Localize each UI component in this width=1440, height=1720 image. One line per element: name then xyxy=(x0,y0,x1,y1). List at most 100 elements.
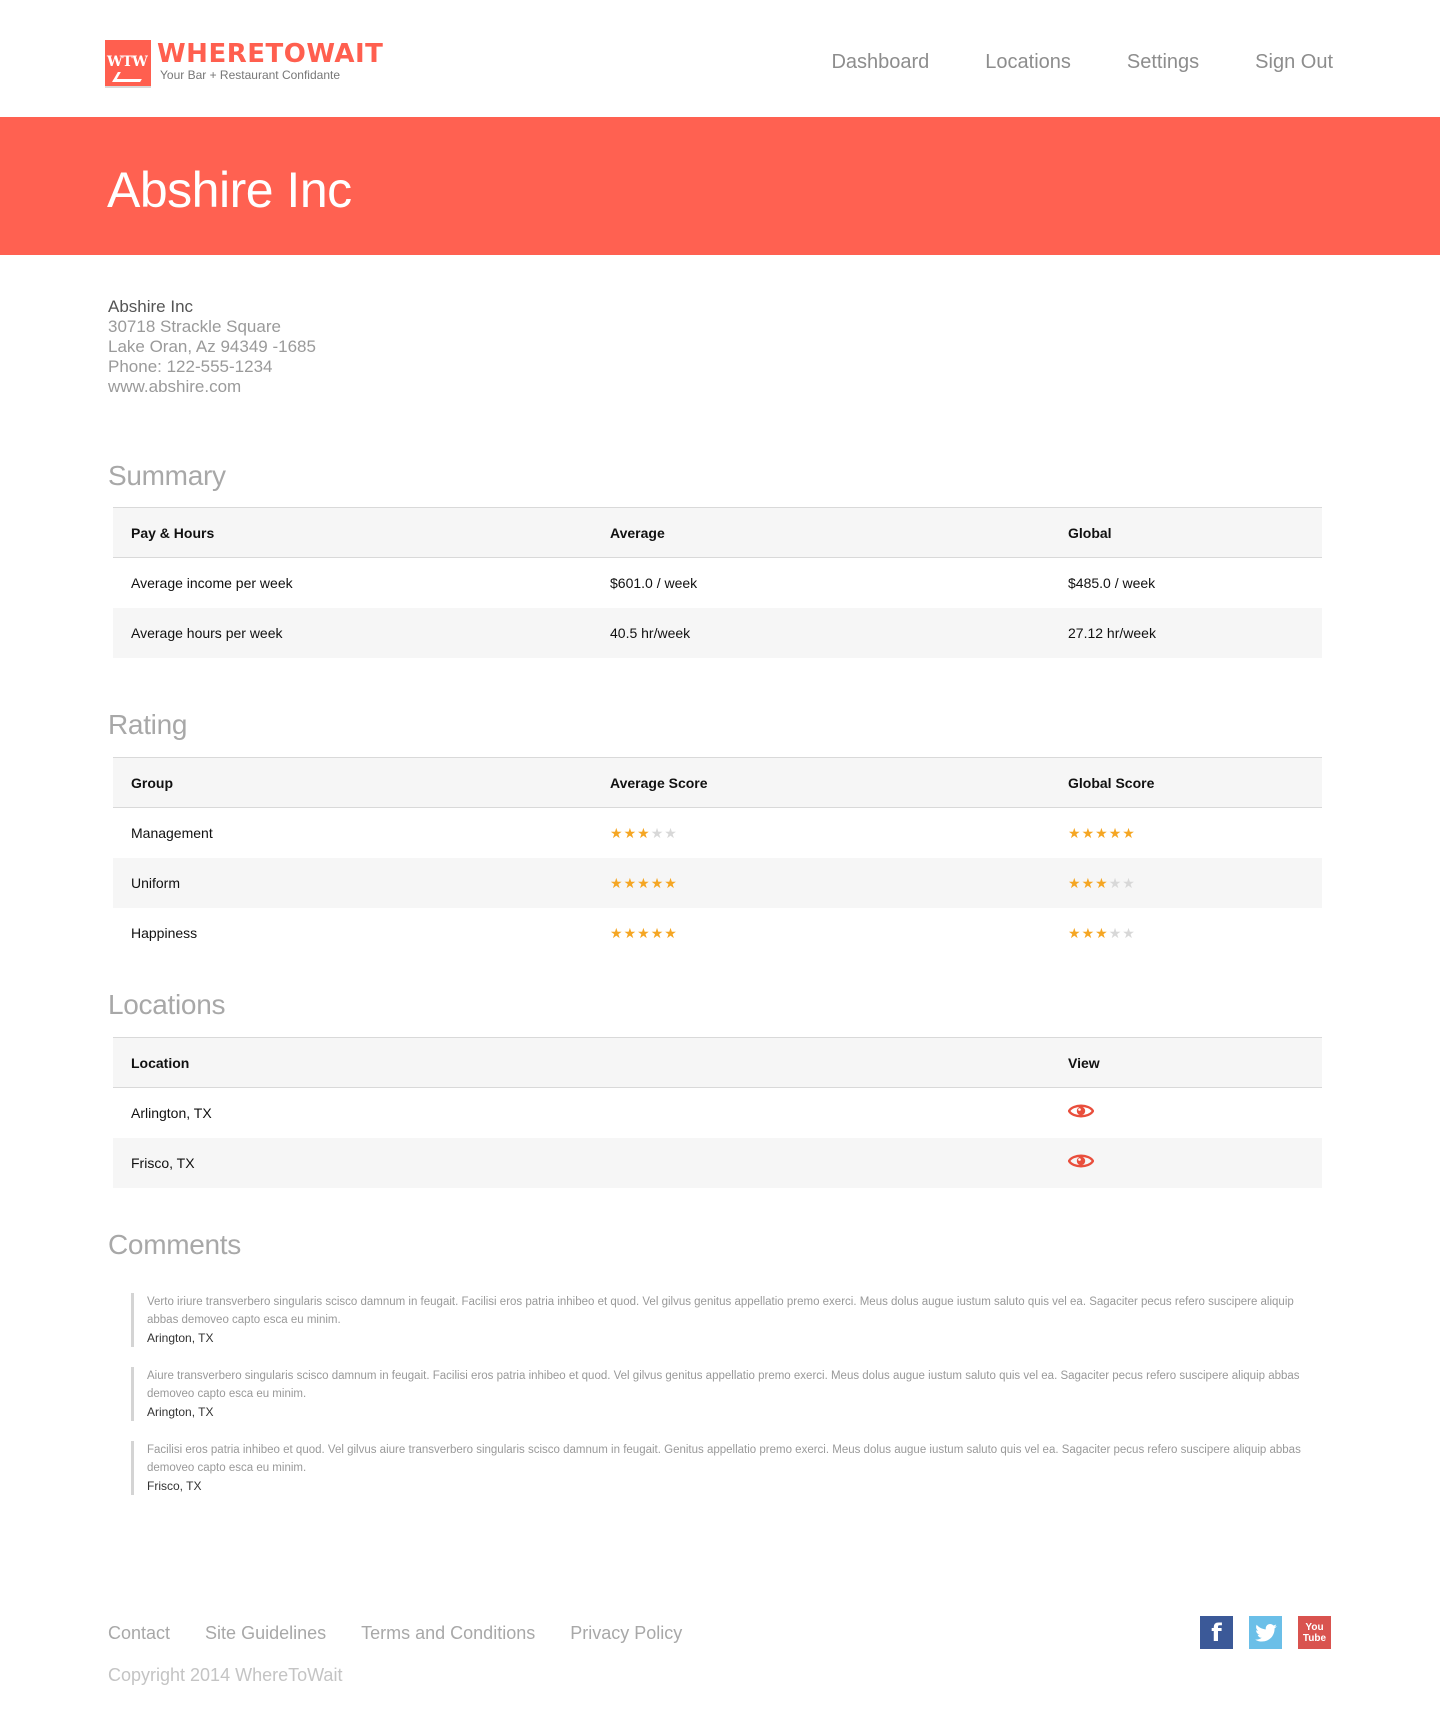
star-icon: ★ xyxy=(637,824,650,841)
table-header-cell: Average xyxy=(592,507,1050,558)
table-header-row: Pay & Hours Average Global xyxy=(113,507,1322,558)
star-rating: ★ ★ ★ ★ ★ xyxy=(1068,876,1135,890)
comment-text: Verto iriure transverbero singularis sci… xyxy=(147,1296,1294,1326)
star-icon: ★ xyxy=(664,874,677,891)
company-address: Abshire Inc 30718 Strackle Square Lake O… xyxy=(108,297,316,397)
view-cell xyxy=(1050,1137,1322,1188)
location-name: Arlington, TX xyxy=(131,1104,212,1121)
table-row: Frisco, TX xyxy=(113,1137,1322,1188)
youtube-icon[interactable]: You Tube xyxy=(1298,1616,1331,1649)
comment-location: Frisco, TX xyxy=(147,1479,202,1493)
rating-average-cell: ★ ★ ★ ★ ★ xyxy=(592,908,1050,958)
logo-tagline: Your Bar + Restaurant Confidante xyxy=(160,68,341,82)
summary-heading: Summary xyxy=(108,460,226,491)
company-name: Abshire Inc xyxy=(108,297,194,316)
comment-text: Aiure transverbero singularis scisco dam… xyxy=(147,1370,1300,1400)
star-icon: ★ xyxy=(1122,874,1135,891)
star-icon: ★ xyxy=(610,924,623,941)
star-icon: ★ xyxy=(664,924,677,941)
comment-location: Arington, TX xyxy=(147,1405,214,1419)
table-cell: $485.0 / week xyxy=(1068,574,1156,591)
rating-heading: Rating xyxy=(108,709,188,740)
logo-text: WHERETOWAIT Your Bar + Restaurant Confid… xyxy=(157,40,383,82)
star-rating: ★ ★ ★ ★ ★ xyxy=(1068,926,1135,940)
table-row: Uniform ★ ★ ★ ★ ★ ★ ★ ★ ★ ★ xyxy=(113,857,1322,908)
star-icon: ★ xyxy=(1068,924,1081,941)
star-icon: ★ xyxy=(1068,874,1081,891)
star-icon: ★ xyxy=(664,824,677,841)
table-cell: Average income per week xyxy=(131,574,293,591)
address-street: 30718 Strackle Square xyxy=(108,317,281,336)
location-name: Frisco, TX xyxy=(113,1137,1050,1188)
comments-list: Verto iriure transverbero singularis sci… xyxy=(131,1293,1301,1515)
table-row: Management ★ ★ ★ ★ ★ ★ ★ ★ ★ ★ xyxy=(113,808,1322,858)
star-icon: ★ xyxy=(637,924,650,941)
star-icon: ★ xyxy=(1095,924,1108,941)
locations-table: Location View Arlington, TX Frisco, TX xyxy=(113,1037,1322,1188)
star-icon: ★ xyxy=(1108,824,1122,841)
logo-mark: WTW xyxy=(105,40,151,88)
eye-icon[interactable] xyxy=(1067,1152,1095,1170)
star-icon: ★ xyxy=(623,924,637,941)
logo-mark-stroke xyxy=(112,72,146,82)
star-icon: ★ xyxy=(1081,824,1095,841)
address-city: Lake Oran, Az 94349 -1685 xyxy=(108,337,316,356)
logo-title: WHERETOWAIT xyxy=(157,39,384,69)
comment-location: Arington, TX xyxy=(147,1331,214,1345)
eye-icon[interactable] xyxy=(1067,1102,1095,1120)
footer-links: Contact Site Guidelines Terms and Condit… xyxy=(108,1623,682,1644)
rating-group: Happiness xyxy=(131,924,198,941)
nav-settings[interactable]: Settings xyxy=(1127,51,1199,74)
facebook-glyph: f xyxy=(1211,1618,1222,1647)
table-header-cell: Group xyxy=(113,757,592,808)
footer-link-privacy[interactable]: Privacy Policy xyxy=(570,1623,682,1644)
logo-mark-text: WTW xyxy=(107,54,148,70)
star-rating: ★ ★ ★ ★ ★ xyxy=(610,876,677,890)
star-icon: ★ xyxy=(1108,924,1122,941)
table-header-row: Location View xyxy=(113,1037,1322,1088)
star-icon: ★ xyxy=(1095,874,1108,891)
locations-heading: Locations xyxy=(108,989,226,1020)
star-icon: ★ xyxy=(637,874,650,891)
star-icon: ★ xyxy=(1068,824,1081,841)
comment-text: Facilisi eros patria inhibeo et quod. Ve… xyxy=(147,1444,1301,1474)
page-title: Abshire Inc xyxy=(107,162,352,218)
table-header-cell: Global xyxy=(1050,507,1322,558)
star-icon: ★ xyxy=(1108,874,1122,891)
twitter-bird xyxy=(1254,1623,1277,1642)
rating-group: Uniform xyxy=(113,857,592,908)
comment: Verto iriure transverbero singularis sci… xyxy=(131,1293,1301,1347)
table-cell: 27.12 hr/week xyxy=(1050,607,1322,658)
rating-global-cell: ★ ★ ★ ★ ★ xyxy=(1050,908,1322,958)
youtube-glyph-top: You xyxy=(1305,1621,1324,1633)
table-header-cell: Average Score xyxy=(592,757,1050,808)
facebook-icon[interactable]: f xyxy=(1200,1616,1233,1649)
table-cell: 40.5 hr/week xyxy=(592,607,1050,658)
logo[interactable]: WTW WHERETOWAIT Your Bar + Restaurant Co… xyxy=(105,40,383,88)
footer-link-terms[interactable]: Terms and Conditions xyxy=(361,1623,535,1644)
rating-global-cell: ★ ★ ★ ★ ★ xyxy=(1050,857,1322,908)
nav-locations[interactable]: Locations xyxy=(985,51,1071,74)
rating-group: Management xyxy=(131,824,213,841)
star-icon: ★ xyxy=(610,824,623,841)
table-row: Average hours per week 40.5 hr/week 27.1… xyxy=(113,607,1322,658)
address-website: www.abshire.com xyxy=(108,377,242,396)
nav-sign-out[interactable]: Sign Out xyxy=(1255,51,1333,74)
comment: Facilisi eros patria inhibeo et quod. Ve… xyxy=(131,1441,1301,1495)
table-header-cell: Pay & Hours xyxy=(113,507,592,558)
rating-average-cell: ★ ★ ★ ★ ★ xyxy=(592,808,1050,858)
footer-link-site-guidelines[interactable]: Site Guidelines xyxy=(205,1623,326,1644)
table-header-cell: Location xyxy=(113,1037,1050,1088)
footer-link-contact[interactable]: Contact xyxy=(108,1623,170,1644)
star-icon: ★ xyxy=(1095,824,1108,841)
social-links: f You Tube xyxy=(1200,1616,1331,1649)
table-row: Average income per week $601.0 / week $4… xyxy=(113,558,1322,608)
star-icon: ★ xyxy=(610,874,623,891)
star-icon: ★ xyxy=(1081,924,1095,941)
address-phone: Phone: 122-555-1234 xyxy=(108,357,273,376)
comment: Aiure transverbero singularis scisco dam… xyxy=(131,1367,1301,1421)
nav-dashboard[interactable]: Dashboard xyxy=(831,51,929,74)
star-icon: ★ xyxy=(623,824,637,841)
star-icon: ★ xyxy=(1122,924,1135,941)
twitter-icon[interactable] xyxy=(1249,1616,1282,1649)
